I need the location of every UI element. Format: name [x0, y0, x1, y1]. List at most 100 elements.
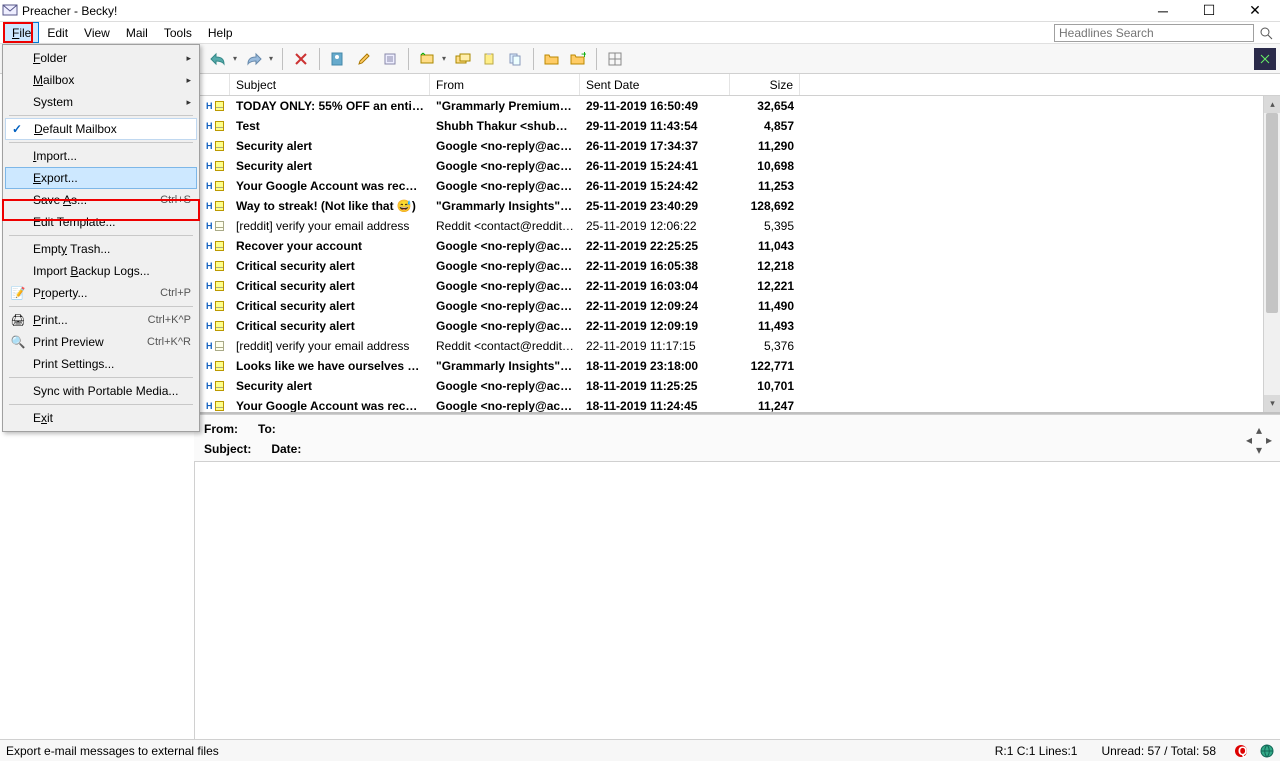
becky-logo-button[interactable]	[1254, 48, 1276, 70]
file-menu-save-as[interactable]: Save As...Ctrl+S	[5, 189, 197, 211]
print-icon: 🖨	[11, 313, 25, 327]
search-button[interactable]	[1256, 24, 1276, 42]
file-menu-system[interactable]: System▸	[5, 91, 197, 113]
menu-mail[interactable]: Mail	[118, 22, 156, 43]
column-icon[interactable]	[200, 74, 230, 95]
copy-button[interactable]	[503, 47, 527, 71]
email-row[interactable]: HLooks like we have ourselves a vo..."Gr…	[200, 356, 1280, 376]
column-size[interactable]: Size	[730, 74, 800, 95]
clipboard-button[interactable]	[477, 47, 501, 71]
file-menu-folder[interactable]: Folder▸	[5, 47, 197, 69]
scroll-thumb[interactable]	[1266, 113, 1278, 313]
file-menu-default-mailbox[interactable]: Default Mailbox	[5, 118, 197, 140]
email-subject: Your Google Account was recover...	[230, 179, 430, 193]
email-from: Google <no-reply@accou...	[430, 279, 580, 293]
email-list-scrollbar[interactable]: ▴ ▾	[1263, 96, 1280, 412]
column-sent[interactable]: Sent Date	[580, 74, 730, 95]
email-row[interactable]: HCritical security alertGoogle <no-reply…	[200, 296, 1280, 316]
file-menu-print-settings[interactable]: Print Settings...	[5, 353, 197, 375]
column-subject[interactable]: Subject	[230, 74, 430, 95]
email-from: Google <no-reply@accou...	[430, 159, 580, 173]
email-row[interactable]: HCritical security alertGoogle <no-reply…	[200, 276, 1280, 296]
email-subject: Test	[230, 119, 430, 133]
scroll-down-button[interactable]: ▾	[1264, 395, 1280, 412]
email-sent: 26-11-2019 17:34:37	[580, 139, 730, 153]
app-icon	[2, 3, 18, 19]
preview-nav-arrows[interactable]: ▴ ◂▸ ▾	[1244, 425, 1274, 455]
envelope-icon	[215, 301, 225, 311]
file-menu-print-preview[interactable]: 🔍Print PreviewCtrl+K^R	[5, 331, 197, 353]
email-row[interactable]: HTODAY ONLY: 55% OFF an entire y..."Gram…	[200, 96, 1280, 116]
status-q-icon[interactable]: Q	[1234, 744, 1248, 758]
notes-button[interactable]	[378, 47, 402, 71]
close-button[interactable]: ✕	[1232, 0, 1278, 22]
forward-button[interactable]	[242, 47, 266, 71]
folder-open-button[interactable]	[540, 47, 564, 71]
envelope-icon	[215, 161, 225, 171]
file-menu-sync[interactable]: Sync with Portable Media...	[5, 380, 197, 402]
addressbook-button[interactable]	[326, 47, 350, 71]
send-all-button[interactable]	[451, 47, 475, 71]
email-row[interactable]: HWay to streak! (Not like that 😅)"Gramma…	[200, 196, 1280, 216]
email-row[interactable]: HCritical security alertGoogle <no-reply…	[200, 316, 1280, 336]
file-menu-mailbox[interactable]: Mailbox▸	[5, 69, 197, 91]
file-menu-property[interactable]: 📝Property...Ctrl+P	[5, 282, 197, 304]
scroll-up-button[interactable]: ▴	[1264, 96, 1280, 113]
preview-header: From: To: Subject: Date: ▴ ◂▸ ▾	[194, 414, 1280, 462]
email-row[interactable]: HRecover your accountGoogle <no-reply@ac…	[200, 236, 1280, 256]
menu-file[interactable]: File	[4, 22, 39, 43]
menu-edit[interactable]: Edit	[39, 22, 76, 43]
delete-button[interactable]	[289, 47, 313, 71]
file-menu-print[interactable]: 🖨Print...Ctrl+K^P	[5, 309, 197, 331]
file-menu-exit[interactable]: Exit	[5, 407, 197, 429]
email-row[interactable]: HYour Google Account was recover...Googl…	[200, 396, 1280, 412]
reply-dropdown[interactable]: ▾	[230, 54, 240, 63]
envelope-icon	[215, 381, 225, 391]
send-receive-button[interactable]	[415, 47, 439, 71]
email-sent: 18-11-2019 11:24:45	[580, 399, 730, 412]
column-from[interactable]: From	[430, 74, 580, 95]
email-subject: Security alert	[230, 159, 430, 173]
reply-button[interactable]	[206, 47, 230, 71]
file-menu-edit-template[interactable]: Edit Template...	[5, 211, 197, 233]
email-subject: Your Google Account was recover...	[230, 399, 430, 412]
send-receive-dropdown[interactable]: ▾	[439, 54, 449, 63]
email-from: Shubh Thakur <shubham...	[430, 119, 580, 133]
envelope-icon	[215, 341, 225, 351]
email-size: 10,701	[730, 379, 800, 393]
envelope-icon	[215, 181, 225, 191]
file-menu-empty-trash[interactable]: Empty Trash...	[5, 238, 197, 260]
minimize-button[interactable]: ─	[1140, 0, 1186, 22]
maximize-button[interactable]: ☐	[1186, 0, 1232, 22]
svg-text:+: +	[581, 52, 586, 61]
layout-button[interactable]	[603, 47, 627, 71]
menu-help[interactable]: Help	[200, 22, 241, 43]
email-size: 12,221	[730, 279, 800, 293]
email-row[interactable]: HSecurity alertGoogle <no-reply@accou...…	[200, 136, 1280, 156]
svg-text:Q: Q	[1238, 744, 1247, 758]
email-row[interactable]: HYour Google Account was recover...Googl…	[200, 176, 1280, 196]
preview-body	[194, 462, 1280, 739]
email-row[interactable]: HSecurity alertGoogle <no-reply@accou...…	[200, 156, 1280, 176]
envelope-icon	[215, 141, 225, 151]
email-row[interactable]: HCritical security alertGoogle <no-reply…	[200, 256, 1280, 276]
email-list-header: Subject From Sent Date Size	[200, 74, 1280, 96]
email-size: 11,247	[730, 399, 800, 412]
status-globe-icon[interactable]	[1260, 744, 1274, 758]
email-row[interactable]: HTestShubh Thakur <shubham...29-11-2019 …	[200, 116, 1280, 136]
headlines-search-input[interactable]	[1054, 24, 1254, 42]
forward-dropdown[interactable]: ▾	[266, 54, 276, 63]
email-row[interactable]: H[reddit] verify your email addressReddi…	[200, 216, 1280, 236]
file-menu-export[interactable]: Export...	[5, 167, 197, 189]
folder-add-button[interactable]: +	[566, 47, 590, 71]
edit-button[interactable]	[352, 47, 376, 71]
email-row[interactable]: HSecurity alertGoogle <no-reply@accou...…	[200, 376, 1280, 396]
menu-view[interactable]: View	[76, 22, 118, 43]
email-subject: Critical security alert	[230, 279, 430, 293]
file-menu-import-backup[interactable]: Import Backup Logs...	[5, 260, 197, 282]
email-row[interactable]: H[reddit] verify your email addressReddi…	[200, 336, 1280, 356]
menu-tools[interactable]: Tools	[156, 22, 200, 43]
print-preview-icon: 🔍	[11, 335, 25, 349]
file-menu-import[interactable]: Import...	[5, 145, 197, 167]
email-sent: 18-11-2019 23:18:00	[580, 359, 730, 373]
